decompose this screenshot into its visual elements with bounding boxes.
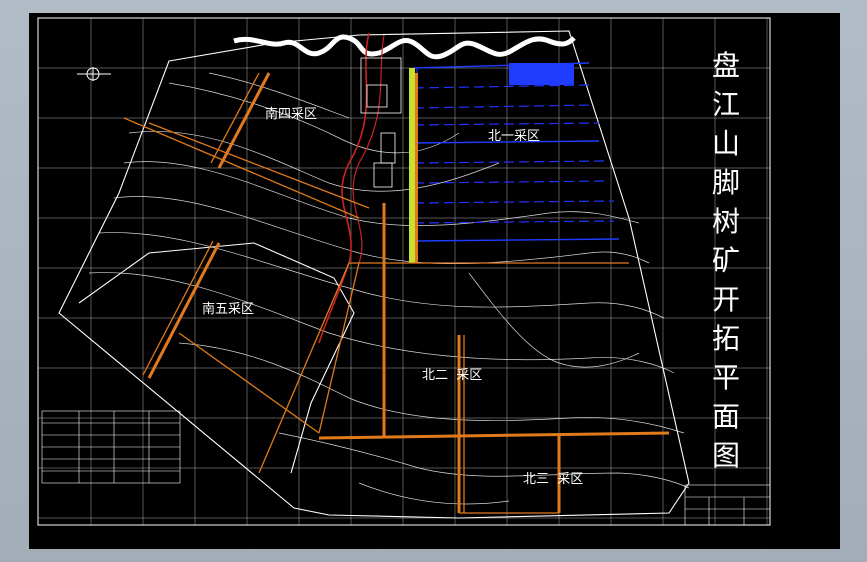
title-char: 开 [712, 283, 740, 316]
zone-label-north1: 北一采区 [488, 129, 540, 144]
zone-label-south4: 南四采区 [265, 106, 317, 122]
zone-label-north3: 北三 采区 [523, 472, 583, 487]
title-char: 江 [712, 88, 740, 121]
north-arrow-icon [77, 67, 111, 81]
cad-viewport: 南四采区 北一采区 南五采区 北二 采区 北三 采区 盘 江 山 脚 树 矿 开… [0, 0, 867, 562]
river [233, 34, 576, 60]
main-shaft-edge [415, 73, 418, 263]
zone-label-south5: 南五采区 [202, 301, 254, 317]
title-char: 拓 [712, 322, 740, 355]
legend-table [41, 410, 181, 484]
title-char: 脚 [712, 166, 740, 199]
title-char: 平 [712, 361, 740, 394]
title-char: 盘 [712, 49, 740, 82]
roadways [123, 72, 670, 514]
title-char: 矿 [712, 244, 740, 277]
title-char: 面 [712, 400, 740, 433]
drawing-title: 盘 江 山 脚 树 矿 开 拓 平 面 图 [712, 49, 740, 472]
drawing-canvas[interactable]: 南四采区 北一采区 南五采区 北二 采区 北三 采区 盘 江 山 脚 树 矿 开… [29, 13, 840, 549]
title-block [684, 484, 771, 526]
mine-boundary [58, 30, 690, 519]
title-char: 图 [712, 439, 740, 472]
title-char: 山 [712, 127, 740, 160]
drawing-frame [37, 17, 771, 526]
mine-plan-drawing: 南四采区 北一采区 南五采区 北二 采区 北三 采区 盘 江 山 脚 树 矿 开… [37, 17, 771, 526]
main-shaft [409, 68, 415, 263]
title-char: 树 [712, 205, 740, 238]
contour-lines [88, 72, 690, 505]
coordinate-grid [38, 18, 770, 525]
north1-workings-fill [509, 63, 574, 85]
zone-label-north2: 北二 采区 [422, 368, 482, 383]
